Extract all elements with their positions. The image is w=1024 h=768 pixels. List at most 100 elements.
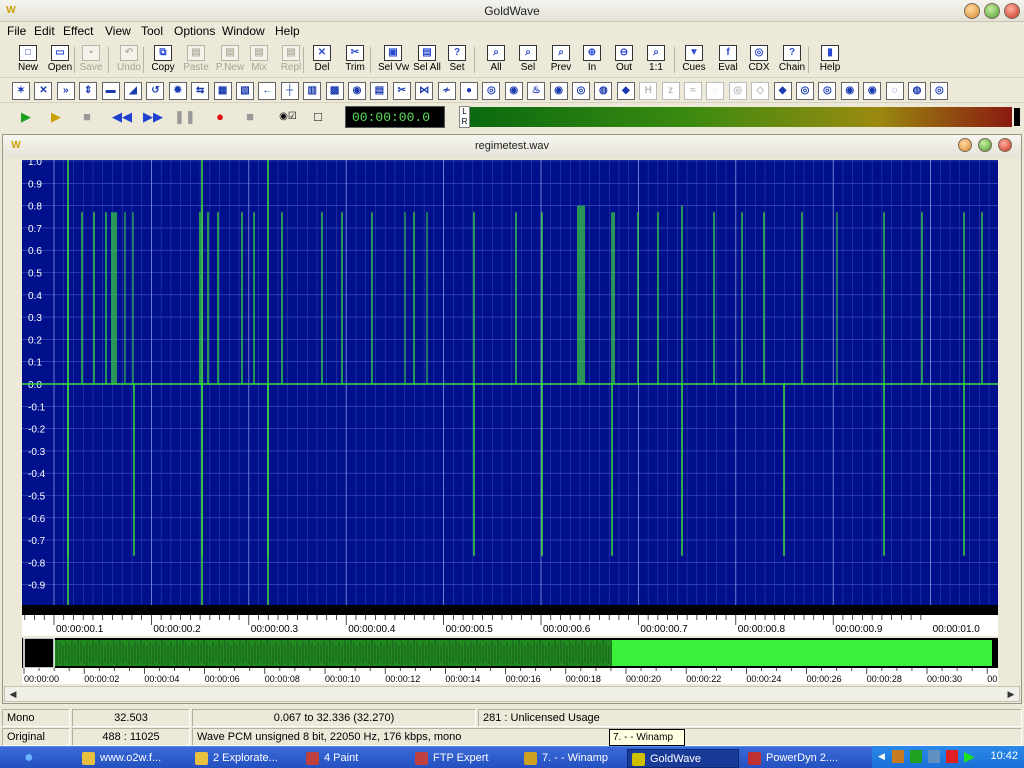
- menu-edit[interactable]: Edit: [34, 24, 55, 38]
- taskbar-item[interactable]: GoldWave: [627, 749, 739, 768]
- eval-button[interactable]: f Eval: [715, 43, 741, 77]
- help-button[interactable]: ▮ Help: [816, 43, 844, 77]
- effect-tool-icon[interactable]: ◍: [908, 82, 926, 100]
- tray-user-icon[interactable]: [928, 750, 940, 763]
- effect-tool-icon[interactable]: ↺: [146, 82, 165, 100]
- overview-bar[interactable]: 00:00:00 00:00:02 00:00:04 00:00:06 00:00:08…: [22, 638, 998, 684]
- fast-forward-icon[interactable]: ▶▶: [143, 109, 163, 125]
- tray-tool-icon[interactable]: [892, 750, 904, 763]
- effect-tool-icon[interactable]: ✶: [12, 82, 30, 100]
- effect-tool-icon[interactable]: ◎: [930, 82, 949, 100]
- effect-tool-icon[interactable]: ◉: [549, 82, 568, 100]
- effect-tool-icon[interactable]: ▧: [236, 82, 254, 100]
- paste-button[interactable]: ▤ Paste: [183, 43, 209, 77]
- effect-tool-icon[interactable]: ◆: [616, 82, 635, 100]
- out-button[interactable]: ⊖ Out: [612, 43, 636, 77]
- effect-tool-icon[interactable]: ◎: [728, 82, 747, 100]
- pause-icon[interactable]: ❚❚: [174, 109, 196, 125]
- effect-tool-icon[interactable]: ⇆: [191, 82, 210, 100]
- sel-all-button[interactable]: ▤ Sel All: [411, 43, 443, 77]
- sound-minimize-button[interactable]: [958, 138, 972, 152]
- effect-tool-icon[interactable]: ◢: [124, 82, 142, 100]
- trim-button[interactable]: ✂ Trim: [342, 43, 368, 77]
- horizontal-scrollbar[interactable]: ◀ ▶: [4, 686, 1020, 702]
- sel-button[interactable]: ⌕ Sel: [516, 43, 540, 77]
- scroll-left-icon[interactable]: ◀: [5, 687, 21, 701]
- tray-grid-icon[interactable]: [910, 750, 922, 763]
- undo-button[interactable]: ↶ Undo: [117, 43, 141, 77]
- in-button[interactable]: ⊕ In: [580, 43, 604, 77]
- device-settings-icon[interactable]: □: [308, 109, 328, 125]
- record-stop-icon[interactable]: ■: [240, 109, 260, 125]
- new-button[interactable]: □ New: [16, 43, 40, 77]
- effect-tool-icon[interactable]: ⋈: [415, 82, 434, 100]
- effect-tool-icon[interactable]: ◎: [796, 82, 814, 100]
- effect-tool-icon[interactable]: ✂: [392, 82, 411, 100]
- effect-tool-icon[interactable]: ◉: [348, 82, 366, 100]
- sel-vw-button[interactable]: ▣ Sel Vw: [378, 43, 409, 77]
- effect-tool-icon[interactable]: ▤: [370, 82, 389, 100]
- menu-tool[interactable]: Tool: [141, 24, 163, 38]
- effect-tool-icon[interactable]: ┼: [280, 82, 299, 100]
- sound-close-button[interactable]: [998, 138, 1012, 152]
- effect-tool-icon[interactable]: ◉: [504, 82, 523, 100]
- prev-button[interactable]: ⌕ Prev: [548, 43, 574, 77]
- taskbar-item[interactable]: 2 Explorate...: [191, 749, 299, 768]
- 1-1-button[interactable]: ⌕ 1:1: [644, 43, 668, 77]
- effect-tool-icon[interactable]: ◎: [572, 82, 590, 100]
- effect-tool-icon[interactable]: H: [639, 82, 658, 100]
- menu-file[interactable]: File: [7, 24, 26, 38]
- menu-view[interactable]: View: [105, 24, 131, 38]
- cues-button[interactable]: ▼ Cues: [681, 43, 707, 77]
- effect-tool-icon[interactable]: ◍: [594, 82, 613, 100]
- menu-options[interactable]: Options: [174, 24, 215, 38]
- play-icon[interactable]: ▶: [16, 109, 36, 125]
- taskbar-item[interactable]: www.o2w.f...: [78, 749, 188, 768]
- taskbar-item[interactable]: FTP Expert: [411, 749, 517, 768]
- waveform-view[interactable]: 1.0 0.9 0.8 0.7 0.6 0.5 0.4 0.3 0.2 0.1 0.0 -0.1 -0.…: [22, 160, 998, 636]
- menu-help[interactable]: Help: [275, 24, 300, 38]
- mix-button[interactable]: ▤ Mix: [246, 43, 272, 77]
- sound-maximize-button[interactable]: [978, 138, 992, 152]
- open-button[interactable]: ▭ Open: [47, 43, 73, 77]
- close-button[interactable]: [1004, 3, 1020, 19]
- rewind-icon[interactable]: ◀◀: [112, 109, 132, 125]
- scroll-right-icon[interactable]: ▶: [1003, 687, 1019, 701]
- effect-tool-icon[interactable]: ▥: [303, 82, 322, 100]
- all-button[interactable]: ⌕ All: [484, 43, 508, 77]
- checkbox-toggle-icon[interactable]: ◉☑: [276, 109, 300, 125]
- effect-tool-icon[interactable]: ▦: [213, 82, 232, 100]
- play-selection-icon[interactable]: ▶: [46, 109, 66, 125]
- record-icon[interactable]: ●: [210, 109, 230, 125]
- effect-tool-icon[interactable]: ←: [258, 82, 277, 100]
- effect-tool-icon[interactable]: ◌: [706, 82, 725, 100]
- effect-tool-icon[interactable]: ◎: [482, 82, 501, 100]
- taskbar-item[interactable]: 4 Paint: [302, 749, 408, 768]
- maximize-button[interactable]: [984, 3, 1000, 19]
- minimize-button[interactable]: [964, 3, 980, 19]
- effect-tool-icon[interactable]: ✹: [168, 82, 187, 100]
- effect-tool-icon[interactable]: ▬: [101, 82, 120, 100]
- effect-tool-icon[interactable]: ≈: [684, 82, 702, 100]
- del-button[interactable]: ✕ Del: [310, 43, 334, 77]
- effect-tool-icon[interactable]: ◌: [885, 82, 904, 100]
- effect-tool-icon[interactable]: ♨: [527, 82, 546, 100]
- p-new-button[interactable]: ▤ P.New: [215, 43, 245, 77]
- cdx-button[interactable]: ◎ CDX: [747, 43, 771, 77]
- effect-tool-icon[interactable]: z: [661, 82, 680, 100]
- menu-window[interactable]: Window: [222, 24, 265, 38]
- tray-play-icon[interactable]: ▶: [964, 748, 975, 765]
- stop-icon[interactable]: ■: [77, 109, 97, 125]
- save-button[interactable]: ▪ Save: [79, 43, 103, 77]
- effect-tool-icon[interactable]: ◆: [773, 82, 792, 100]
- effect-tool-icon[interactable]: ●: [460, 82, 478, 100]
- effect-tool-icon[interactable]: ✕: [34, 82, 53, 100]
- taskbar-item[interactable]: 7. - - Winamp: [520, 749, 624, 768]
- repl-button[interactable]: ▤ Repl: [278, 43, 304, 77]
- effect-tool-icon[interactable]: ◎: [818, 82, 837, 100]
- chain-button[interactable]: ? Chain: [778, 43, 806, 77]
- tray-expand-icon[interactable]: ◀: [878, 751, 885, 762]
- menu-effect[interactable]: Effect: [63, 24, 93, 38]
- tray-k-icon[interactable]: [946, 750, 958, 763]
- effect-tool-icon[interactable]: ≁: [437, 82, 456, 100]
